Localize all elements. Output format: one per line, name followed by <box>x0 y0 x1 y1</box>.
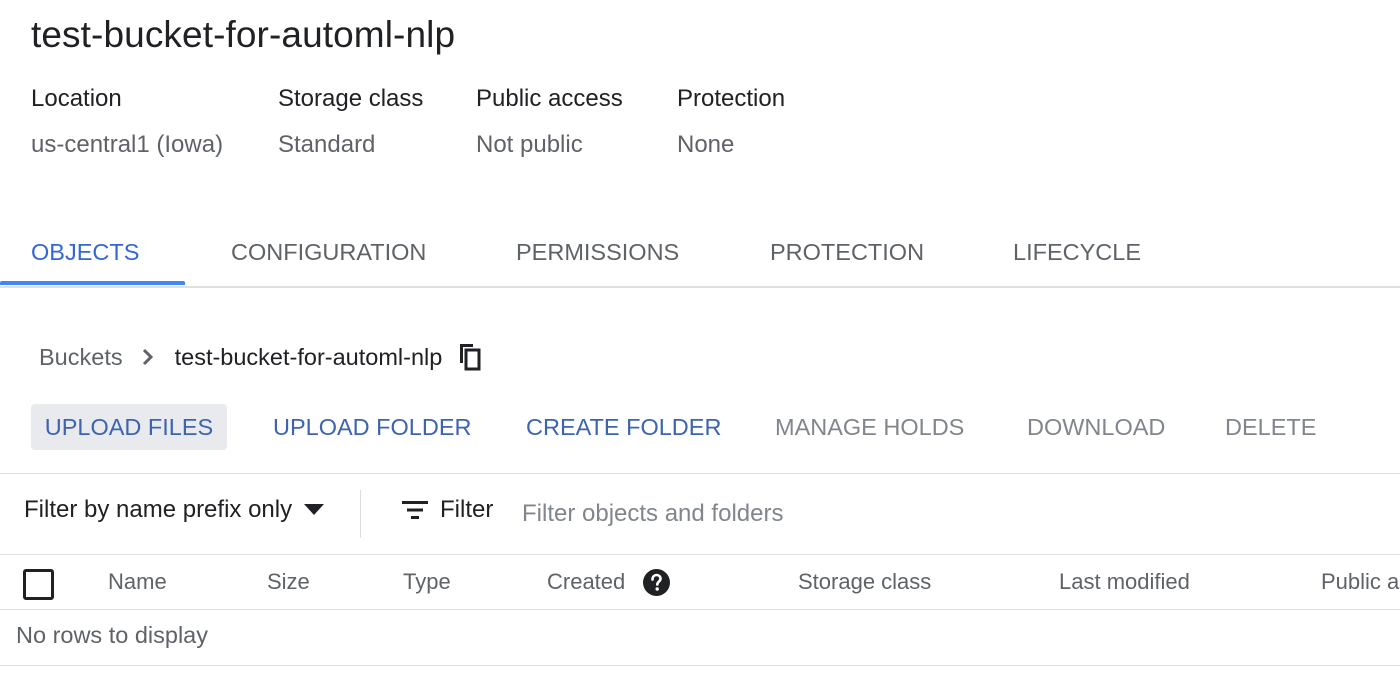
active-tab-indicator <box>0 281 185 285</box>
tab-protection[interactable]: PROTECTION <box>770 222 924 286</box>
filter-bar: Filter by name prefix only Filter <box>0 474 1400 554</box>
column-header-size[interactable]: Size <box>267 555 310 609</box>
column-header-name[interactable]: Name <box>108 555 167 609</box>
table-empty-row: No rows to display <box>0 610 1400 666</box>
delete-button[interactable]: DELETE <box>1225 404 1316 450</box>
filter-input[interactable] <box>522 494 1382 534</box>
meta-label: Public access <box>476 85 623 112</box>
meta-label: Location <box>31 85 122 112</box>
filter-button-label: Filter <box>440 496 494 523</box>
tab-permissions[interactable]: PERMISSIONS <box>516 222 679 286</box>
chevron-right-icon <box>141 347 155 367</box>
download-button[interactable]: DOWNLOAD <box>1027 404 1165 450</box>
dropdown-arrow-icon <box>304 504 325 516</box>
column-header-last-modified[interactable]: Last modified <box>1059 555 1190 609</box>
bucket-title: test-bucket-for-automl-nlp <box>31 14 456 55</box>
filter-list-icon <box>402 501 428 519</box>
column-header-public-access[interactable]: Public a <box>1321 555 1399 609</box>
filter-mode-select[interactable]: Filter by name prefix only <box>24 496 325 524</box>
column-header-storage-class[interactable]: Storage class <box>798 555 931 609</box>
meta-public-access: Public access Not public <box>476 84 623 160</box>
meta-storage-class: Storage class Standard <box>278 84 423 160</box>
filter-button[interactable]: Filter <box>402 496 493 524</box>
tab-configuration[interactable]: CONFIGURATION <box>231 222 426 286</box>
meta-value: None <box>677 131 735 158</box>
tab-bar: OBJECTS CONFIGURATION PERMISSIONS PROTEC… <box>0 222 1400 288</box>
upload-files-button[interactable]: UPLOAD FILES <box>31 404 227 450</box>
meta-label: Protection <box>677 85 786 112</box>
meta-location: Location us-central1 (Iowa) <box>31 84 223 160</box>
meta-value: Not public <box>476 131 583 158</box>
breadcrumb-buckets-link[interactable]: Buckets <box>39 344 123 371</box>
manage-holds-button[interactable]: MANAGE HOLDS <box>775 404 964 450</box>
help-icon[interactable] <box>643 569 670 596</box>
tab-objects[interactable]: OBJECTS <box>31 222 139 286</box>
vertical-divider <box>360 490 361 538</box>
upload-folder-button[interactable]: UPLOAD FOLDER <box>273 404 472 450</box>
meta-value: Standard <box>278 131 376 158</box>
meta-label: Storage class <box>278 85 424 112</box>
meta-value: us-central1 (Iowa) <box>31 131 224 158</box>
copy-icon[interactable] <box>456 343 482 371</box>
tab-lifecycle[interactable]: LIFECYCLE <box>1013 222 1141 286</box>
select-all-checkbox[interactable] <box>23 569 54 600</box>
column-header-type[interactable]: Type <box>403 555 451 609</box>
breadcrumb-current: test-bucket-for-automl-nlp <box>174 343 443 370</box>
bucket-metadata: Location us-central1 (Iowa) Storage clas… <box>0 84 1400 164</box>
filter-mode-label: Filter by name prefix only <box>24 496 293 523</box>
action-toolbar: UPLOAD FILES UPLOAD FOLDER CREATE FOLDER… <box>0 404 1400 452</box>
create-folder-button[interactable]: CREATE FOLDER <box>526 404 721 450</box>
empty-state-message: No rows to display <box>16 622 208 648</box>
column-header-created[interactable]: Created <box>547 555 625 609</box>
table-header: Name Size Type Created Storage class Las… <box>0 554 1400 610</box>
breadcrumb: Buckets test-bucket-for-automl-nlp <box>39 336 482 378</box>
meta-protection: Protection None <box>677 84 785 160</box>
